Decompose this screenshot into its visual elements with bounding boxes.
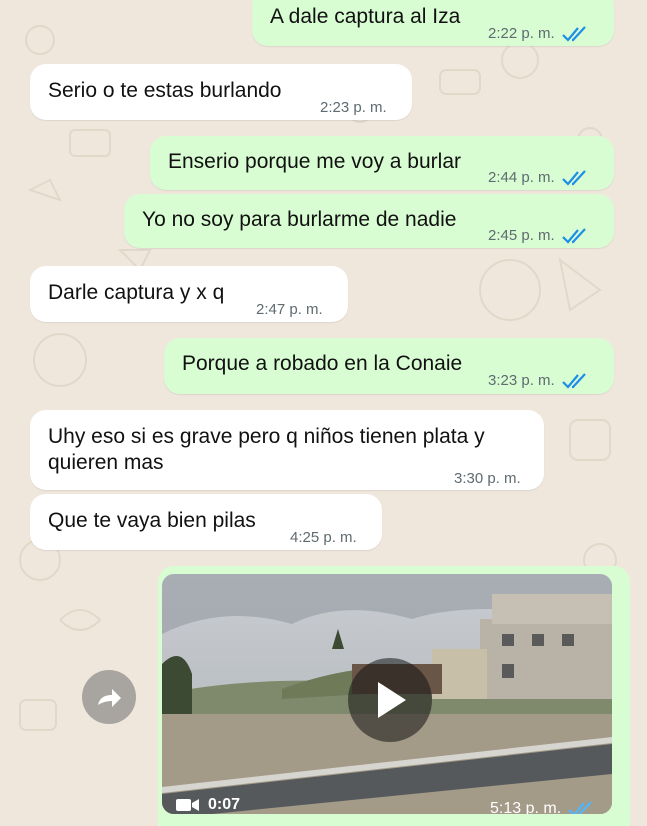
message-time: 2:23 p. m. [320,99,387,116]
message-bubble-outgoing[interactable]: A dale captura al Iza 2:22 p. m. [252,0,614,46]
message-time: 2:45 p. m. [488,227,555,244]
message-time: 2:22 p. m. [488,25,555,42]
message-text-line-2: quieren mas [48,451,164,474]
message-meta: 4:25 p. m. [290,525,357,551]
message-bubble-outgoing[interactable]: Porque a robado en la Conaie 3:23 p. m. [164,338,614,394]
forward-arrow-icon [98,689,121,707]
play-icon [378,682,406,718]
message-bubble-incoming[interactable]: Darle captura y x q 2:47 p. m. [30,266,348,322]
message-bubble-outgoing[interactable]: Yo no soy para burlarme de nadie 2:45 p.… [124,194,614,248]
message-meta: 2:23 p. m. [320,95,387,121]
message-meta: 2:44 p. m. [488,165,589,191]
video-meta: 5:13 p. m. [490,800,595,814]
forward-button[interactable] [82,670,136,724]
message-meta: 2:22 p. m. [488,21,589,47]
message-text: Yo no soy para burlarme de nadie [142,208,457,231]
read-double-check-icon [568,801,592,814]
message-text: Enserio porque me voy a burlar [168,150,461,173]
message-meta: 2:47 p. m. [256,297,323,323]
video-duration: 0:07 [176,796,240,814]
message-text: Porque a robado en la Conaie [182,352,463,375]
play-button[interactable] [348,658,432,742]
read-double-check-icon [561,170,586,186]
message-time: 2:47 p. m. [256,301,323,318]
message-meta: 3:23 p. m. [488,368,589,394]
message-bubble-incoming[interactable]: Uhy eso si es grave pero q niños tienen … [30,410,544,490]
message-text: Que te vaya bien pilas [48,509,256,532]
video-message-bubble[interactable]: 0:07 5:13 p. m. [158,566,630,826]
read-double-check-icon [561,373,586,389]
message-bubble-outgoing[interactable]: Enserio porque me voy a burlar 2:44 p. m… [150,136,614,190]
message-time: 3:30 p. m. [454,470,521,487]
message-time: 2:44 p. m. [488,169,555,186]
video-thumbnail[interactable]: 0:07 5:13 p. m. [162,574,612,814]
message-meta: 3:30 p. m. [454,466,521,492]
message-meta: 2:45 p. m. [488,223,589,249]
message-text-line-1: Uhy eso si es grave pero q niños tienen … [48,425,485,448]
video-duration-text: 0:07 [208,796,241,813]
message-bubble-incoming[interactable]: Serio o te estas burlando 2:23 p. m. [30,64,412,120]
message-bubble-incoming[interactable]: Que te vaya bien pilas 4:25 p. m. [30,494,382,550]
message-text: A dale captura al Iza [270,5,461,28]
message-text: Serio o te estas burlando [48,79,282,102]
read-double-check-icon [561,228,586,244]
message-time: 3:23 p. m. [488,372,555,389]
video-time: 5:13 p. m. [490,800,562,814]
message-time: 4:25 p. m. [290,529,357,546]
message-text: Darle captura y x q [48,281,225,304]
read-double-check-icon [561,26,586,42]
